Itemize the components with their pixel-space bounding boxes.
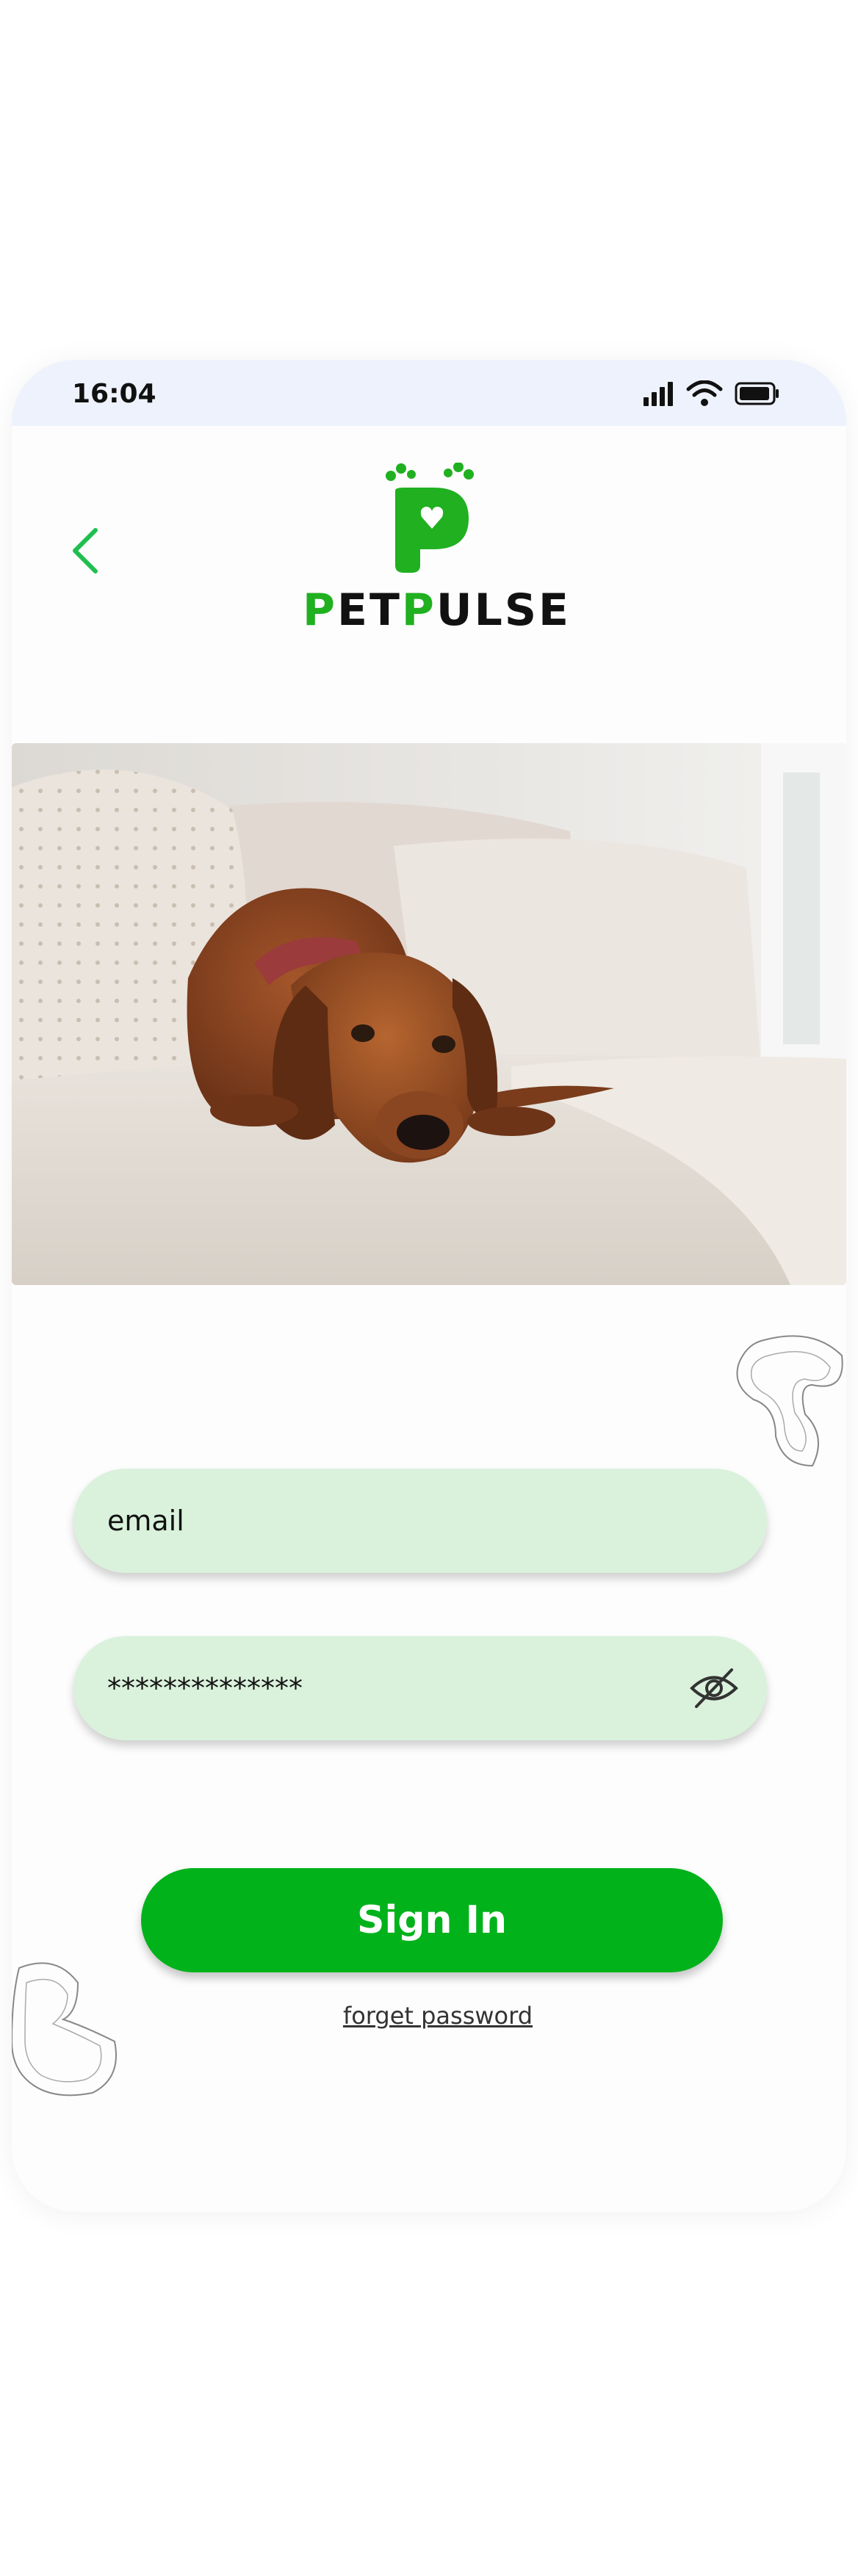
brand-wordmark-ulse: ULSE	[436, 585, 572, 636]
brand-wordmark: PETPULSE	[303, 585, 569, 643]
eye-off-icon[interactable]	[688, 1663, 740, 1714]
forget-password-link[interactable]: forget password	[12, 2002, 846, 2030]
email-input[interactable]	[106, 1504, 682, 1538]
phone-frame: 16:04 PETPULSE email ************** Sign…	[12, 360, 846, 2212]
brand-wordmark-p1: P	[303, 585, 337, 636]
paw-outline-decoration-icon	[736, 1335, 843, 1467]
cellular-signal-icon	[644, 382, 673, 406]
brand-wordmark-et: ET	[336, 585, 402, 636]
hero-dog-photo	[12, 743, 846, 1285]
battery-icon	[735, 382, 779, 405]
password-input[interactable]	[106, 1671, 682, 1705]
petpulse-logo-icon	[386, 463, 474, 573]
status-bar: 16:04	[12, 360, 846, 426]
password-field[interactable]	[73, 1636, 767, 1740]
wifi-icon	[686, 380, 723, 406]
status-time: 16:04	[72, 379, 156, 409]
email-field[interactable]	[73, 1469, 767, 1573]
sign-in-button[interactable]: Sign In	[141, 1868, 723, 1972]
chevron-left-icon	[73, 528, 98, 574]
back-button[interactable]	[56, 521, 115, 580]
status-icons	[642, 380, 780, 407]
brand-wordmark-p2: P	[401, 585, 436, 636]
